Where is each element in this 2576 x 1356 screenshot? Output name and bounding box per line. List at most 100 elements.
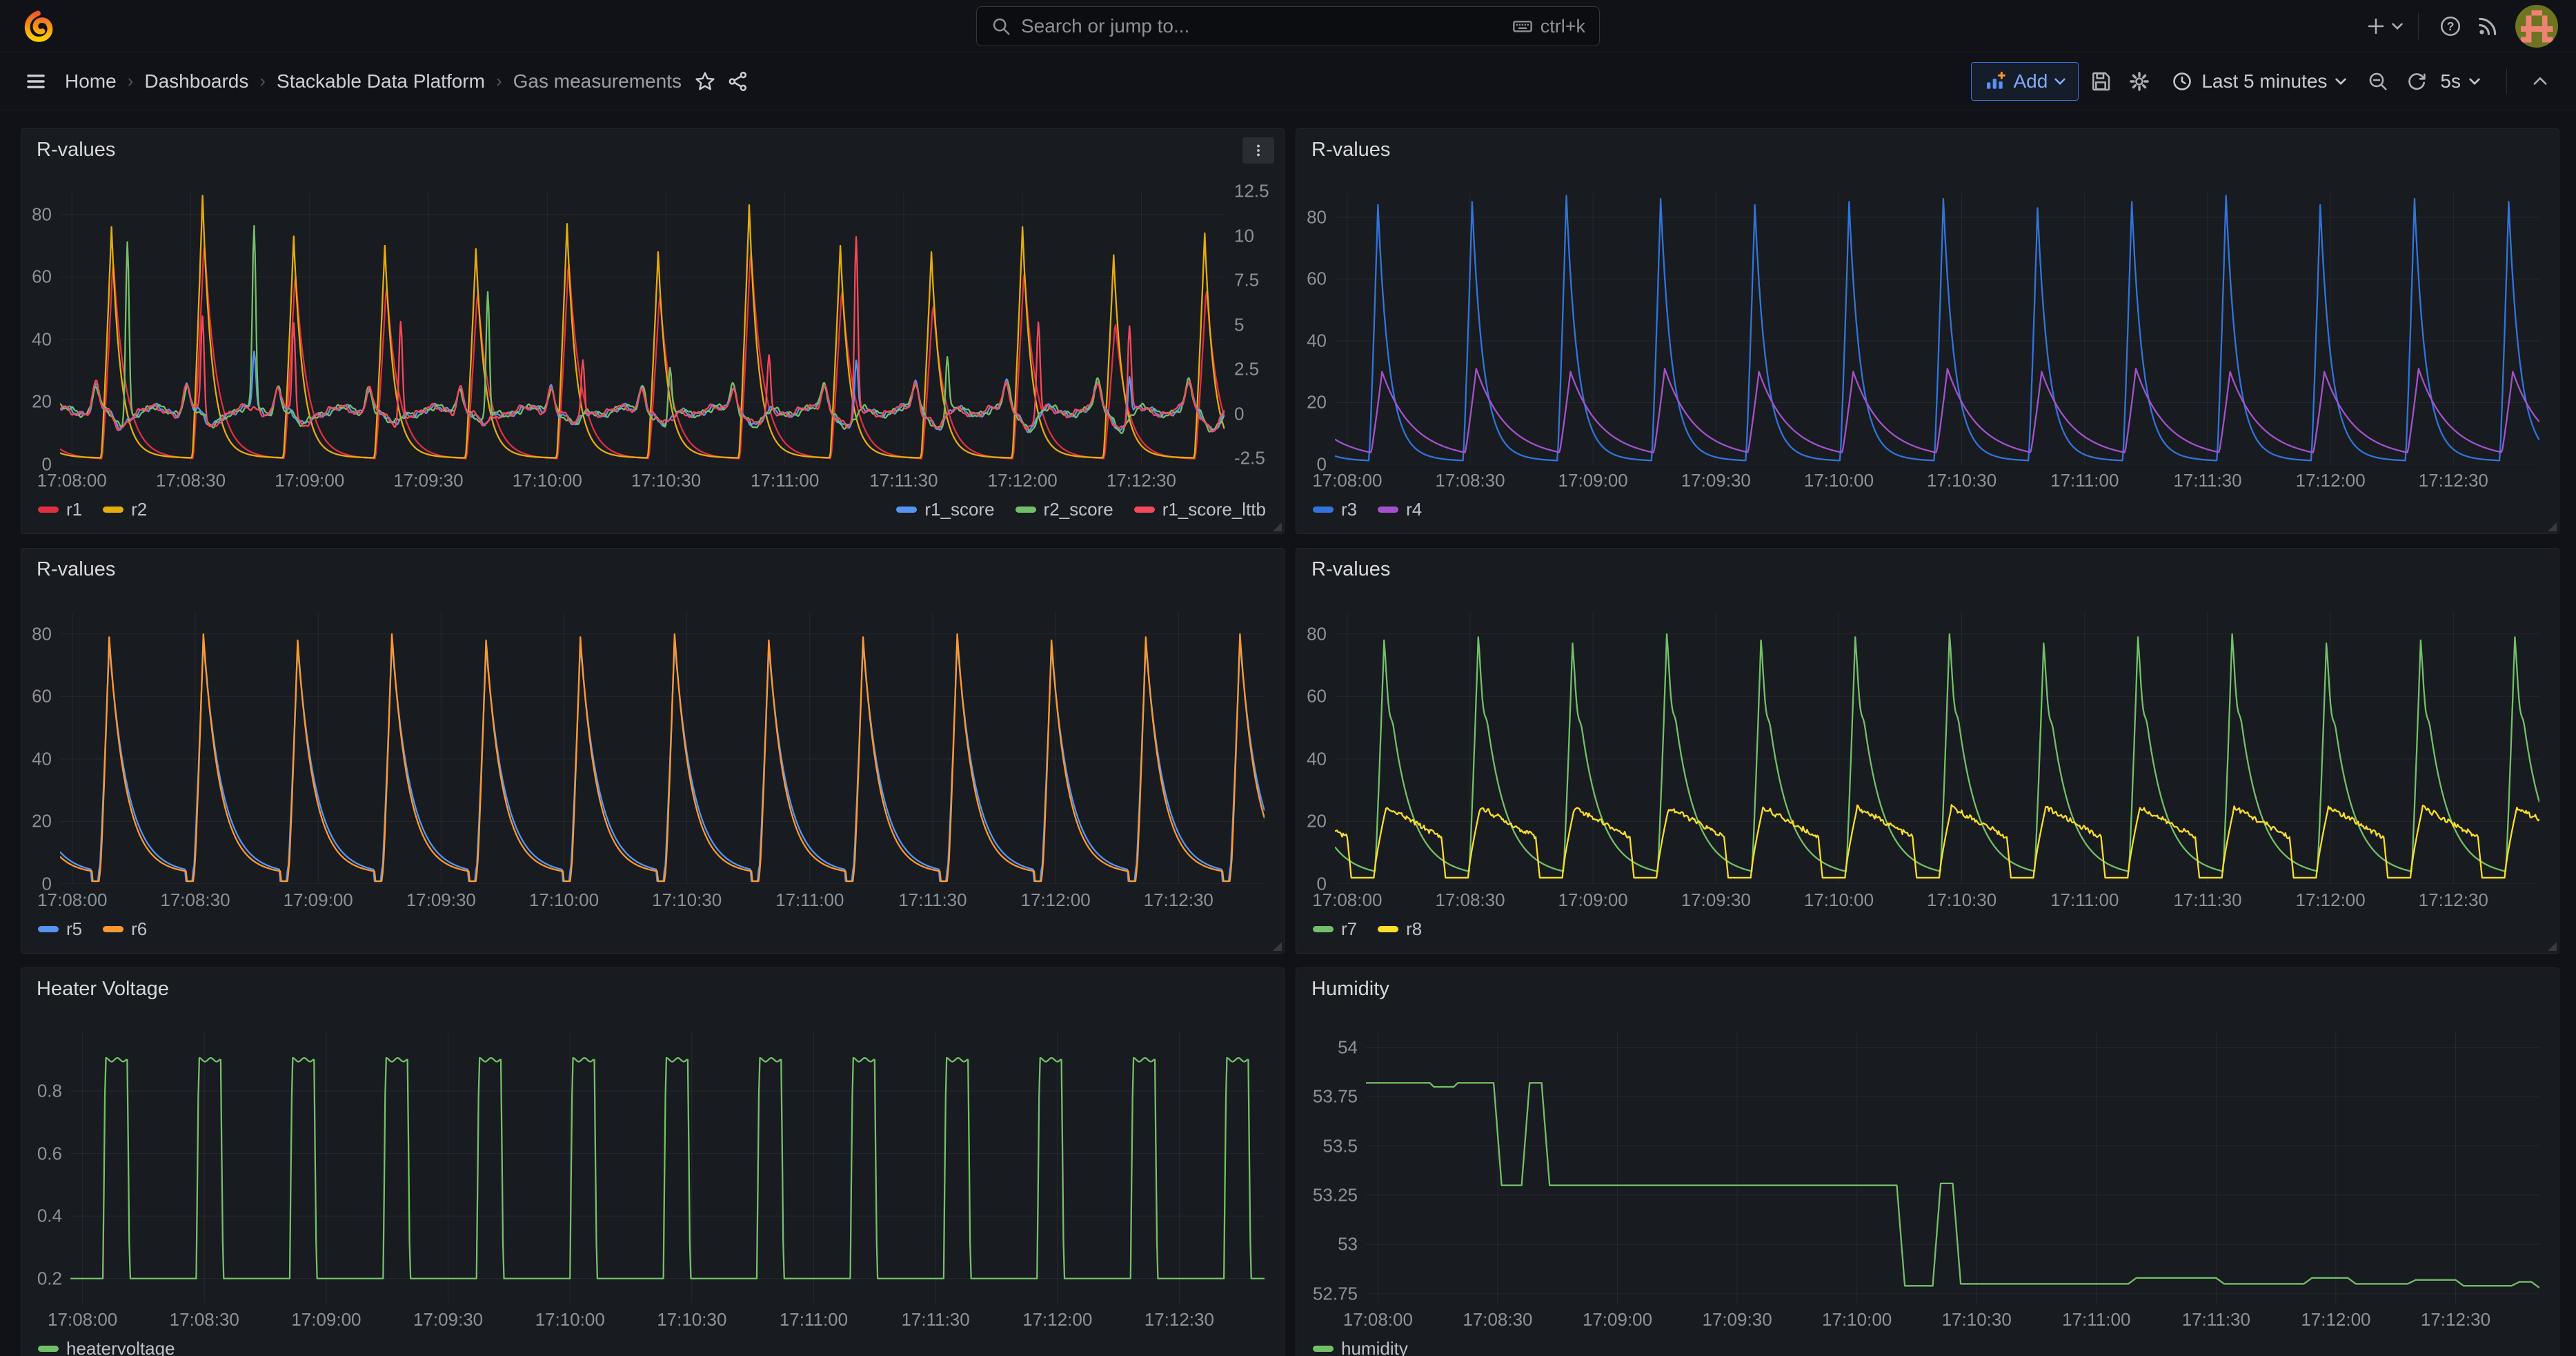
legend-swatch [38,1346,59,1352]
legend-item-r5[interactable]: r5 [38,918,82,940]
legend-item-r7[interactable]: r7 [1313,918,1357,940]
legend-swatch [1378,926,1398,932]
panel-menu-button[interactable] [1242,137,1274,164]
panel-header[interactable]: R-values [21,129,1284,166]
legend-swatch [1313,507,1334,513]
x-axis-tick-label: 17:11:00 [751,470,819,491]
panel-title[interactable]: R-values [37,139,115,161]
chart-area: 0.20.40.60.8 17:08:0017:08:3017:09:0017:… [21,1032,1284,1333]
y-axis-tick-label: 80 [1307,623,1327,645]
legend-item-heatervoltage[interactable]: heatervoltage [38,1338,175,1356]
legend-item-r6[interactable]: r6 [103,918,147,940]
global-search[interactable]: ctrl+k [976,6,1600,46]
series-line-r3 [1335,195,2539,460]
plot-area[interactable] [60,193,1225,464]
panel-header[interactable]: R-values [1296,129,2559,166]
y-axis-tick-label: 40 [1307,748,1327,769]
right-axis-tick-label: 5 [1234,314,1244,335]
panel-resize-handle[interactable] [2548,942,2557,951]
panel-title[interactable]: R-values [1311,558,1390,581]
y-axis-labels: 020406080 [21,612,60,884]
series-line-r8 [1335,805,2539,878]
favorite-button[interactable] [688,63,722,99]
time-range-picker[interactable]: Last 5 minutes [2161,62,2356,101]
panel-resize-handle[interactable] [1273,942,1282,951]
share-button[interactable] [722,63,755,99]
plot-area[interactable] [1335,193,2539,464]
breadcrumb-dashboards[interactable]: Dashboards [144,70,248,92]
legend-label: r6 [131,918,147,940]
plot-area[interactable] [60,612,1265,884]
x-axis-tick-label: 17:11:30 [2173,890,2241,911]
legend-item-r3[interactable]: r3 [1313,499,1357,520]
add-panel-icon [1984,70,2006,92]
panel-header[interactable]: R-values [1296,549,2559,586]
news-button[interactable] [2471,8,2504,44]
x-axis-tick-label: 17:08:30 [156,470,226,491]
x-axis-tick-label: 17:08:00 [37,890,107,911]
legend-item-humidity[interactable]: humidity [1313,1338,1408,1356]
panel-header[interactable]: Humidity [1296,968,2559,1005]
zoom-out-time-button[interactable] [2361,63,2395,99]
panel-title[interactable]: Humidity [1311,978,1389,1001]
divider [2506,68,2507,95]
dashboard-panel: R-values 020406080 -2.502.557.51012.5 17… [21,128,1285,534]
legend-item-r4[interactable]: r4 [1378,499,1422,520]
x-axis-tick-label: 17:12:00 [988,470,1058,491]
breadcrumb-home[interactable]: Home [65,70,117,92]
legend-label: r3 [1341,499,1357,520]
refresh-button[interactable] [2400,63,2433,99]
x-axis-tick-label: 17:12:00 [1022,1309,1092,1330]
y-axis-tick-label: 53.25 [1313,1184,1358,1206]
x-axis-tick-label: 17:08:00 [37,470,107,491]
new-button[interactable] [2366,8,2403,44]
star-icon [694,70,716,92]
chevron-up-icon [2530,72,2550,91]
panel-title[interactable]: Heater Voltage [37,978,169,1001]
chart-area: 020406080 17:08:0017:08:3017:09:0017:09:… [1296,193,2559,493]
legend-item-r8[interactable]: r8 [1378,918,1422,940]
panel-title[interactable]: R-values [1311,139,1390,161]
mega-menu-button[interactable] [19,63,52,99]
grafana-logo-icon[interactable] [22,10,54,42]
panel-title[interactable]: R-values [37,558,115,581]
kebab-menu-icon [1251,143,1266,158]
x-axis-tick-label: 17:10:00 [513,470,582,491]
x-axis-tick-label: 17:08:30 [170,1309,239,1330]
collapse-toolbar-button[interactable] [2524,63,2557,99]
x-axis-tick-label: 17:08:30 [1463,1309,1532,1330]
legend-item-r1_score_lttb[interactable]: r1_score_lttb [1134,499,1266,520]
plot-area[interactable] [70,1032,1265,1304]
avatar[interactable] [2515,5,2558,48]
refresh-interval-picker[interactable]: 5s [2439,62,2490,101]
dashboard-settings-button[interactable] [2123,63,2156,99]
legend-item-r2_score[interactable]: r2_score [1015,499,1113,520]
legend-item-r1_score[interactable]: r1_score [896,499,994,520]
x-axis-labels: 17:08:0017:08:3017:09:0017:09:3017:10:00… [1335,884,2539,913]
breadcrumb: Home › Dashboards › Stackable Data Platf… [65,70,682,92]
panel-resize-handle[interactable] [1273,522,1282,531]
search-input[interactable] [1021,15,1502,37]
chevron-down-icon [2469,76,2480,87]
panel-resize-handle[interactable] [2548,522,2557,531]
panel-header[interactable]: Heater Voltage [21,968,1284,1005]
share-icon [727,70,749,92]
right-axis-tick-label: 0 [1234,403,1244,424]
help-button[interactable]: ? [2434,8,2467,44]
panel-header[interactable]: R-values [21,549,1284,586]
y-axis-tick-label: 0.4 [37,1206,62,1227]
legend-swatch [38,507,59,513]
legend-item-r2[interactable]: r2 [103,499,147,520]
breadcrumb-separator: › [259,70,266,92]
zoom-out-icon [2367,70,2389,92]
x-axis-tick-label: 17:10:30 [652,890,722,911]
add-panel-button[interactable]: Add [1971,62,2079,101]
plot-area[interactable] [1335,612,2539,884]
plot-area[interactable] [1366,1032,2539,1304]
breadcrumb-folder[interactable]: Stackable Data Platform [277,70,485,92]
breadcrumb-current: Gas measurements [513,70,682,92]
save-dashboard-button[interactable] [2084,63,2117,99]
x-axis-labels: 17:08:0017:08:3017:09:0017:09:3017:10:00… [60,884,1265,913]
legend-item-r1[interactable]: r1 [38,499,82,520]
y-axis-labels: 020406080 [1296,193,1335,464]
